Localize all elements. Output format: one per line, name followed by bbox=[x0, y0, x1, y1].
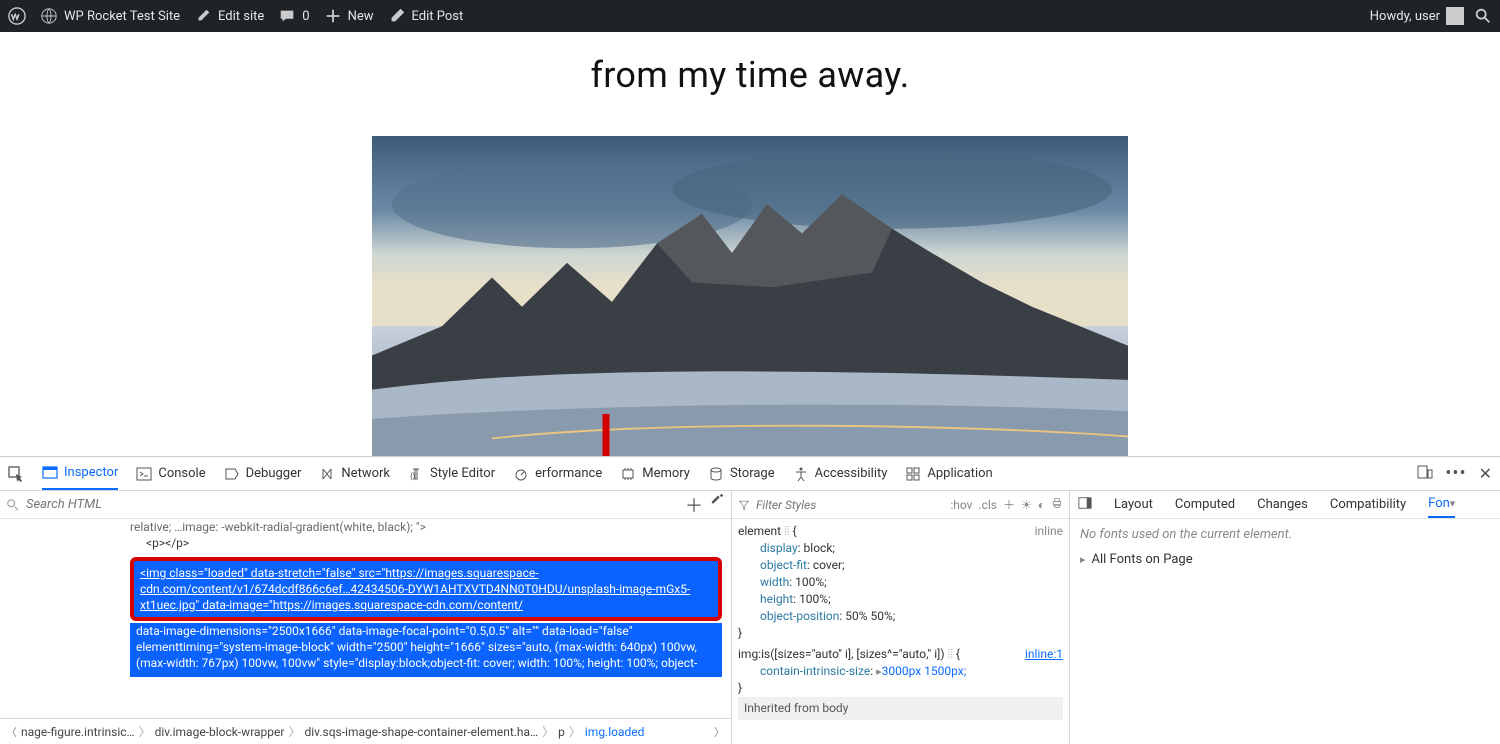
all-fonts-expander[interactable]: ▸All Fonts on Page bbox=[1080, 552, 1490, 567]
fonts-body: No fonts used on the current element. ▸A… bbox=[1070, 519, 1500, 744]
tab-application[interactable]: Application bbox=[905, 457, 992, 490]
styles-pane: :hov .cls ＋ ☀ ◐ element ⦙⦙ {inline displ… bbox=[732, 491, 1070, 744]
tab-performance[interactable]: erformance bbox=[513, 457, 602, 490]
hov-toggle[interactable]: :hov bbox=[950, 498, 972, 512]
search-icon bbox=[6, 498, 20, 512]
breadcrumb[interactable]: 〈 nage-figure.intrinsic… 〉 div.image-bloc… bbox=[0, 718, 731, 744]
page-heading: from my time away. bbox=[590, 54, 909, 96]
code-line[interactable]: <p></p> bbox=[130, 535, 731, 551]
crumb[interactable]: div.sqs-image-shape-container-element.ha… bbox=[304, 725, 538, 739]
close-icon[interactable]: ✕ bbox=[1479, 464, 1492, 483]
dark-mode-icon[interactable]: ◐ bbox=[1038, 498, 1045, 512]
crumb[interactable]: nage-figure.intrinsic… bbox=[21, 725, 135, 739]
tab-style-editor[interactable]: {}Style Editor bbox=[408, 457, 495, 490]
avatar bbox=[1446, 7, 1464, 25]
howdy-user[interactable]: Howdy, user bbox=[1370, 7, 1464, 25]
print-icon[interactable] bbox=[1051, 497, 1063, 512]
dock-icon[interactable] bbox=[1078, 496, 1092, 514]
selected-node[interactable]: <img class="loaded" data-stretch="false"… bbox=[130, 557, 722, 621]
cls-toggle[interactable]: .cls bbox=[978, 498, 997, 512]
tab-inspector[interactable]: Inspector bbox=[42, 457, 118, 490]
tab-network[interactable]: Network bbox=[319, 457, 390, 490]
inherited-from: Inherited from body bbox=[738, 697, 1063, 720]
search-input[interactable] bbox=[26, 497, 679, 512]
crumb[interactable]: div.image-block-wrapper bbox=[155, 725, 285, 739]
crumb[interactable]: p bbox=[558, 725, 565, 739]
annotation-arrow bbox=[586, 414, 626, 456]
tab-debugger[interactable]: Debugger bbox=[224, 457, 302, 490]
html-pane: ＋ relative; …image: -webkit-radial-gradi… bbox=[0, 491, 732, 744]
more-icon[interactable]: ••• bbox=[1445, 463, 1466, 484]
add-node-icon[interactable]: ＋ bbox=[685, 492, 703, 518]
tab-layout[interactable]: Layout bbox=[1114, 497, 1153, 512]
pick-element-icon[interactable] bbox=[8, 457, 24, 490]
crumb-next-icon[interactable]: 〉 bbox=[714, 724, 725, 740]
wp-logo-icon[interactable] bbox=[8, 7, 26, 25]
light-mode-icon[interactable]: ☀ bbox=[1021, 498, 1032, 512]
code-line[interactable]: data-image-dimensions="2500x1666" data-i… bbox=[130, 623, 722, 677]
tab-computed[interactable]: Computed bbox=[1175, 497, 1235, 512]
svg-text:{}: {} bbox=[410, 472, 416, 481]
html-code[interactable]: relative; …image: -webkit-radial-gradien… bbox=[0, 519, 731, 718]
styles-toolbar: :hov .cls ＋ ☀ ◐ bbox=[732, 491, 1069, 519]
tab-accessibility[interactable]: Accessibility bbox=[793, 457, 888, 490]
add-rule-icon[interactable]: ＋ bbox=[1003, 496, 1015, 513]
no-fonts-msg: No fonts used on the current element. bbox=[1080, 527, 1490, 542]
tab-console[interactable]: Console bbox=[136, 457, 205, 490]
tab-compatibility[interactable]: Compatibility bbox=[1330, 497, 1406, 512]
site-name-link[interactable]: WP Rocket Test Site bbox=[40, 7, 180, 25]
devtools-panel: Inspector Console Debugger Network {}Sty… bbox=[0, 456, 1500, 744]
tab-fonts[interactable]: Fon ▾ bbox=[1428, 491, 1455, 518]
edit-post-link[interactable]: Edit Post bbox=[388, 7, 464, 25]
wp-admin-bar: WP Rocket Test Site Edit site 0 New Edit… bbox=[0, 0, 1500, 32]
html-search-row: ＋ bbox=[0, 491, 731, 519]
code-line[interactable]: relative; …image: -webkit-radial-gradien… bbox=[130, 519, 731, 535]
responsive-mode-icon[interactable] bbox=[1417, 464, 1433, 484]
comments-link[interactable]: 0 bbox=[278, 7, 309, 25]
styles-body[interactable]: element ⦙⦙ {inline display: block; objec… bbox=[732, 519, 1069, 744]
tab-storage[interactable]: Storage bbox=[708, 457, 775, 490]
tab-memory[interactable]: Memory bbox=[620, 457, 690, 490]
search-icon[interactable] bbox=[1474, 7, 1492, 25]
new-link[interactable]: New bbox=[324, 7, 374, 25]
side-pane: Layout Computed Changes Compatibility Fo… bbox=[1070, 491, 1500, 744]
eyedropper-icon[interactable] bbox=[711, 492, 725, 518]
hero-image bbox=[372, 136, 1128, 456]
crumb-prev-icon[interactable]: 〈 bbox=[6, 724, 17, 740]
devtools-tabs: Inspector Console Debugger Network {}Sty… bbox=[0, 457, 1500, 491]
tab-changes[interactable]: Changes bbox=[1257, 497, 1308, 512]
filter-input[interactable] bbox=[756, 498, 944, 512]
page-content: from my time away. bbox=[0, 32, 1500, 456]
side-tabs: Layout Computed Changes Compatibility Fo… bbox=[1070, 491, 1500, 519]
crumb-active[interactable]: img.loaded bbox=[585, 725, 645, 739]
filter-icon bbox=[738, 499, 750, 511]
edit-site-link[interactable]: Edit site bbox=[194, 7, 264, 25]
